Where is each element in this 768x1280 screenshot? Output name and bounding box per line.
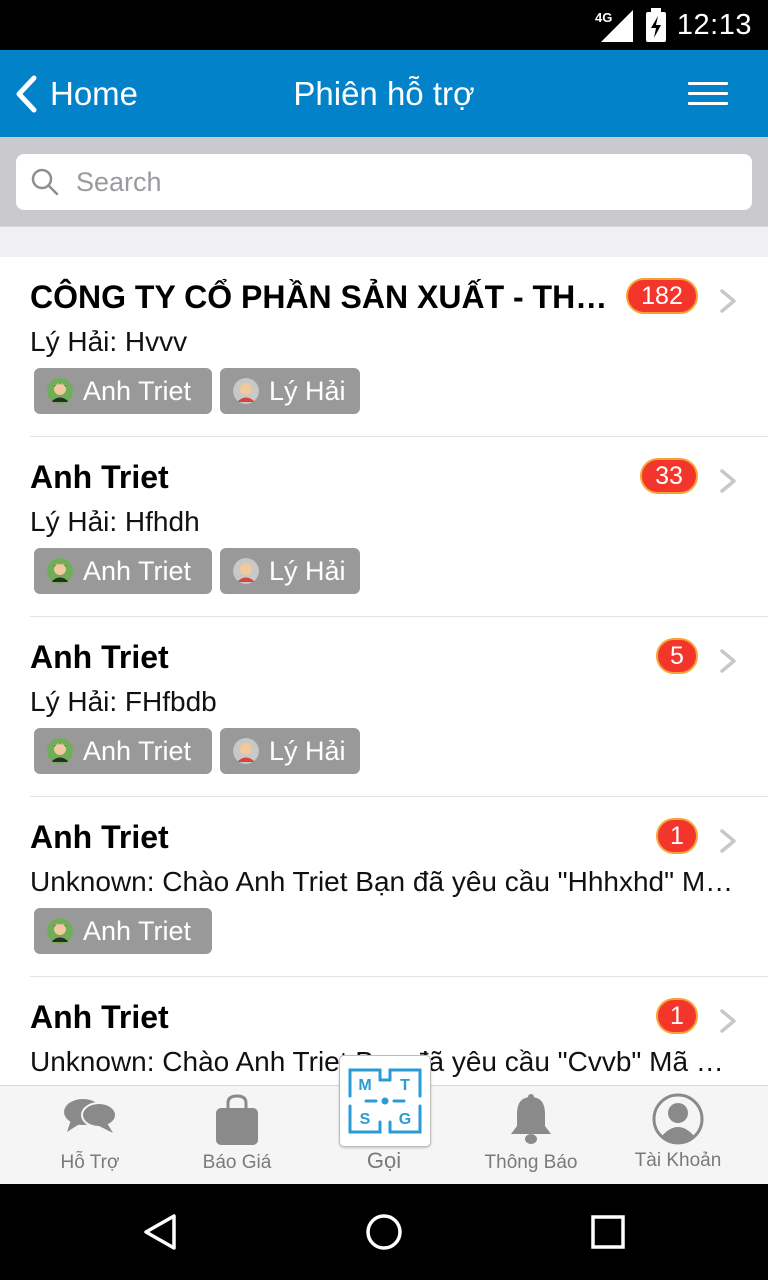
chat-bubbles-icon [64,1099,117,1133]
mtsg-logo: M T S G [348,1068,422,1134]
menu-button[interactable] [688,82,728,106]
participant-tag: Anh Triet [34,548,212,594]
triangle-back-icon [144,1214,176,1250]
chevron-right-icon [720,469,736,493]
search-bar-area [0,137,768,226]
app-header: Home Phiên hỗ trợ [0,50,768,137]
tab-label: Báo Giá [202,1152,272,1173]
participant-name: Lý Hải [269,375,346,406]
participant-name: Anh Triet [83,735,192,766]
battery-charging-icon [645,8,666,42]
session-row[interactable]: Anh Triet 33 Lý Hải: Hfhdh Anh Triet Lý … [0,437,768,617]
session-title: CÔNG TY CỔ PHẦN SẢN XUẤT - THƯƠNG MẠI [30,279,610,315]
hamburger-line [688,92,728,95]
session-title: Anh Triet [30,999,169,1035]
male-avatar-icon [47,378,73,404]
cellular-signal-icon: 4G [595,10,633,42]
logo-letter: M [358,1077,371,1094]
account-icon [652,1093,704,1145]
tab-label: Tài Khoản [634,1150,722,1171]
chevron-right-icon [720,649,736,673]
chevron-left-icon [16,75,37,112]
female-avatar-icon [233,558,259,584]
session-row[interactable]: Anh Triet 1 Unknown: Chào Anh Triet Bạn … [0,797,768,977]
system-nav-bar [0,1184,768,1280]
chevron-right-icon [720,829,736,853]
bell-icon [511,1094,551,1144]
unread-badge: 1 [656,818,698,854]
tab-thong-bao[interactable]: Thông Báo [456,1086,606,1185]
search-input[interactable] [74,165,718,199]
session-title: Anh Triet [30,639,169,675]
participant-name: Anh Triet [83,555,192,586]
male-avatar-icon [47,558,73,584]
male-avatar-icon [47,738,73,764]
session-title: Anh Triet [30,459,169,495]
male-avatar-icon [47,918,73,944]
tab-label: Thông Báo [484,1152,578,1173]
nav-back-button[interactable] [100,1184,220,1280]
participant-tag: Lý Hải [220,548,360,594]
unread-badge: 5 [656,638,698,674]
participant-tag: Anh Triet [34,368,212,414]
network-type: 4G [595,10,612,25]
session-title: Anh Triet [30,819,169,855]
tab-bao-gia[interactable]: Báo Giá [162,1086,312,1185]
chevron-right-icon [720,1009,736,1033]
female-avatar-icon [233,738,259,764]
logo-letter: S [360,1111,371,1128]
participant-name: Anh Triet [83,915,192,946]
hamburger-line [688,82,728,85]
logo-letter: T [400,1077,410,1094]
tab-tai-khoan[interactable]: Tài Khoản [603,1086,753,1185]
unread-badge: 182 [626,278,698,314]
list-top-spacer [0,226,768,258]
nav-home-button[interactable] [324,1184,444,1280]
session-list: CÔNG TY CỔ PHẦN SẢN XUẤT - THƯƠNG MẠI 18… [0,257,768,1085]
nav-recents-button[interactable] [548,1184,668,1280]
participant-name: Lý Hải [269,555,346,586]
search-box[interactable] [16,154,752,210]
session-last-message: Unknown: Chào Anh Triet Bạn đã yêu cầu "… [30,866,735,897]
session-row[interactable]: CÔNG TY CỔ PHẦN SẢN XUẤT - THƯƠNG MẠI 18… [0,257,768,437]
shopping-bag-icon [216,1094,258,1145]
session-row[interactable]: Anh Triet 5 Lý Hải: FHfbdb Anh Triet Lý … [0,617,768,797]
tab-label: Gọi [366,1148,402,1173]
participant-tags: Anh Triet Lý Hải [34,728,360,774]
chevron-right-icon [720,289,736,313]
participant-tag: Lý Hải [220,728,360,774]
participant-tag: Lý Hải [220,368,360,414]
circle-home-icon [366,1214,402,1250]
session-last-message: Lý Hải: Hvvv [30,326,188,357]
square-recents-icon [591,1215,625,1249]
status-bar: 4G 12:13 [0,0,768,50]
logo-letter: G [399,1111,411,1128]
session-last-message: Lý Hải: Hfhdh [30,506,200,537]
back-button[interactable]: Home [14,50,138,137]
tab-label: Hỗ Trợ [60,1152,120,1173]
unread-badge: 1 [656,998,698,1034]
participant-tags: Anh Triet [34,908,212,954]
mtsg-logo-button[interactable]: M T S G [339,1055,431,1147]
unread-badge: 33 [640,458,698,494]
back-label: Home [50,74,139,112]
status-time: 12:13 [676,8,752,41]
tab-ho-tro[interactable]: Hỗ Trợ [15,1086,165,1185]
participant-tag: Anh Triet [34,728,212,774]
participant-name: Lý Hải [269,735,346,766]
search-icon [31,168,59,196]
participant-tags: Anh Triet Lý Hải [34,368,360,414]
participant-tags: Anh Triet Lý Hải [34,548,360,594]
session-last-message: Lý Hải: FHfbdb [30,686,217,717]
participant-tag: Anh Triet [34,908,212,954]
participant-name: Anh Triet [83,375,192,406]
female-avatar-icon [233,378,259,404]
hamburger-line [688,102,728,105]
